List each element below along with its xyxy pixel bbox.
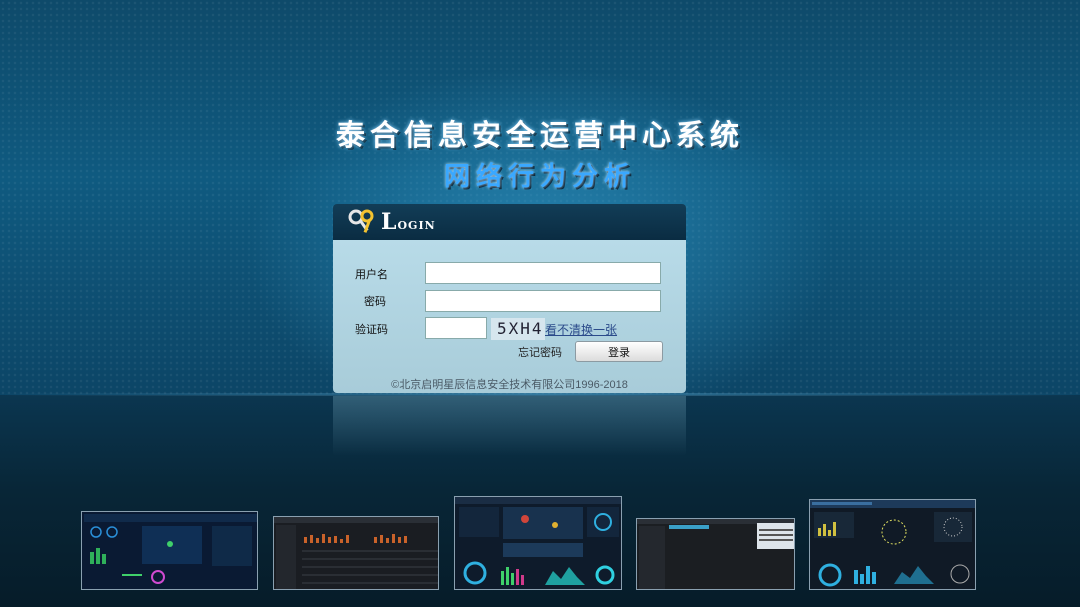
refresh-captcha-link[interactable]: 看不清换一张: [545, 321, 617, 338]
page-title: 泰合信息安全运营中心系统: [335, 118, 744, 152]
username-input[interactable]: [425, 262, 661, 284]
copyright-text: ©北京启明星辰信息安全技术有限公司1996-2018: [391, 379, 628, 391]
dashboard-thumbnail: [636, 518, 795, 590]
thumbnail-graphic: [455, 497, 621, 585]
thumbnail-graphic: [274, 517, 438, 589]
dashboard-thumbnail: [81, 511, 258, 590]
username-label: 用户名: [355, 269, 388, 281]
dashboard-thumbnail: [454, 496, 622, 590]
login-title: Login: [381, 209, 436, 235]
thumbnail-graphic: [637, 519, 794, 589]
password-label: 密码: [364, 296, 386, 308]
dashboard-thumbnail: [273, 516, 439, 590]
captcha-image[interactable]: 5XH4: [491, 318, 545, 340]
dashboard-thumbnail: [809, 499, 976, 590]
captcha-input[interactable]: [425, 317, 487, 339]
password-input[interactable]: [425, 290, 661, 312]
login-header: Login: [333, 204, 686, 240]
page-subtitle: 网络行为分析: [443, 162, 636, 192]
thumbnail-graphic: [810, 500, 975, 587]
thumbnail-graphic: [84, 514, 257, 584]
login-button[interactable]: 登录: [575, 341, 663, 362]
keys-icon: [347, 208, 377, 236]
captcha-label: 验证码: [355, 324, 388, 336]
login-panel-reflection: [333, 396, 686, 456]
forgot-password-link[interactable]: 忘记密码: [518, 344, 562, 360]
